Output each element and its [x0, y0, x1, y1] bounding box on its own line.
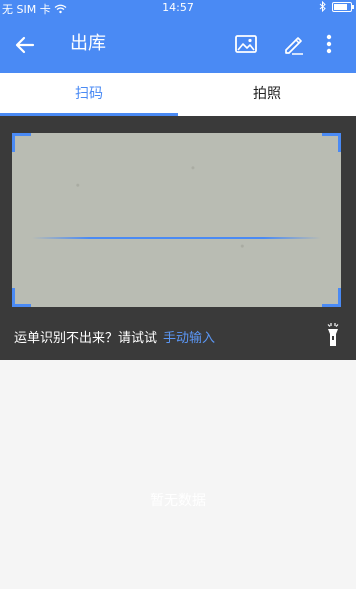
corner-marker — [12, 133, 31, 152]
scan-line — [32, 237, 321, 239]
page-title: 出库 — [70, 33, 106, 54]
corner-marker — [12, 288, 31, 307]
battery-icon — [332, 1, 354, 12]
status-bar: 无 SIM 卡 14:57 — [0, 0, 356, 16]
flashlight-icon[interactable] — [326, 322, 340, 348]
scan-frame — [12, 133, 341, 307]
manual-input-link[interactable]: 手动输入 — [163, 331, 215, 346]
scan-hint: 运单识别不出来？请试试 手动输入 — [14, 327, 215, 346]
status-time: 14:57 — [162, 1, 194, 14]
empty-state: 暂无数据 — [0, 360, 356, 589]
status-right — [319, 1, 354, 12]
arrow-left-icon[interactable] — [12, 32, 38, 58]
pencil-icon[interactable] — [281, 31, 307, 57]
app-bar: 出库 — [0, 16, 356, 73]
tab-scan[interactable]: 扫码 — [0, 73, 178, 116]
corner-marker — [322, 288, 341, 307]
bluetooth-icon — [319, 1, 326, 12]
image-icon[interactable] — [233, 31, 259, 57]
more-vert-icon[interactable] — [322, 31, 336, 57]
corner-marker — [322, 133, 341, 152]
tab-photo[interactable]: 拍照 — [178, 73, 356, 116]
scan-hint-text: 运单识别不出来？请试试 — [14, 331, 158, 346]
camera-preview: 运单识别不出来？请试试 手动输入 — [0, 116, 356, 360]
empty-state-text: 暂无数据 — [150, 493, 206, 509]
tab-bar: 扫码 拍照 — [0, 73, 356, 117]
